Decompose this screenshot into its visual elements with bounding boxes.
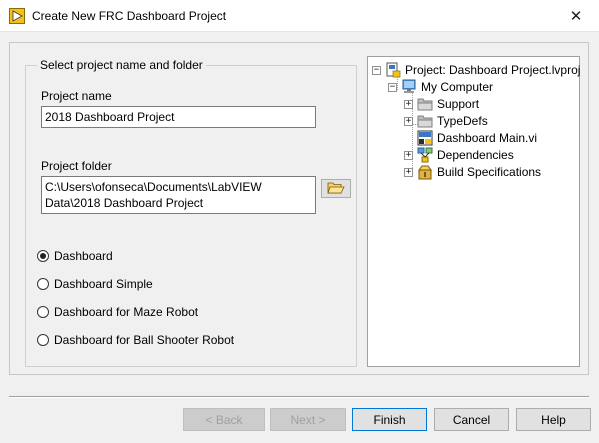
next-button[interactable]: Next >	[270, 408, 346, 431]
title-bar: Create New FRC Dashboard Project ✕	[0, 0, 599, 32]
expand-icon[interactable]: +	[404, 99, 413, 109]
computer-icon	[401, 79, 417, 95]
labview-app-icon	[9, 8, 25, 24]
cancel-button[interactable]: Cancel	[434, 408, 509, 431]
template-option-maze-robot[interactable]: Dashboard for Maze Robot	[37, 304, 198, 320]
radio-button[interactable]	[37, 306, 49, 318]
folder-icon	[417, 96, 433, 112]
tree-item-label: Dependencies	[437, 148, 514, 162]
vi-icon	[417, 130, 433, 146]
window-title: Create New FRC Dashboard Project	[32, 9, 227, 23]
project-settings-group: Select project name and folder Project n…	[25, 58, 357, 367]
tree-item-my-computer[interactable]: − My Computer	[388, 79, 493, 95]
radio-button[interactable]	[37, 278, 49, 290]
template-option-label: Dashboard	[54, 249, 113, 263]
expand-icon[interactable]: +	[404, 116, 413, 126]
collapse-icon[interactable]: −	[388, 82, 397, 92]
radio-button[interactable]	[37, 334, 49, 346]
project-folder-label: Project folder	[41, 159, 112, 173]
tree-item-project[interactable]: − Project: Dashboard Project.lvproj	[372, 62, 580, 78]
back-button[interactable]: < Back	[183, 408, 265, 431]
expand-icon[interactable]: +	[404, 167, 413, 177]
collapse-icon[interactable]: −	[372, 65, 381, 75]
button-bar-separator	[9, 396, 589, 398]
content-panel: Select project name and folder Project n…	[9, 42, 589, 375]
template-option-label: Dashboard for Ball Shooter Robot	[54, 333, 235, 347]
project-tree[interactable]: − Project: Dashboard Project.lvproj − My…	[367, 56, 580, 367]
tree-item-label: Build Specifications	[437, 165, 542, 179]
folder-icon	[417, 113, 433, 129]
tree-item-typedefs[interactable]: + TypeDefs	[404, 113, 488, 129]
template-option-label: Dashboard for Maze Robot	[54, 305, 199, 319]
open-folder-icon	[327, 181, 345, 197]
tree-item-label: TypeDefs	[437, 114, 488, 128]
tree-item-dependencies[interactable]: + Dependencies	[404, 147, 514, 163]
tree-item-support[interactable]: + Support	[404, 96, 479, 112]
tree-item-dashboard-main-vi[interactable]: Dashboard Main.vi	[417, 130, 537, 146]
dependencies-icon	[417, 147, 433, 163]
lvproj-icon	[385, 62, 401, 78]
browse-folder-button[interactable]	[321, 179, 351, 198]
project-folder-input[interactable]: C:\Users\ofonseca\Documents\LabVIEW Data…	[41, 176, 316, 214]
project-name-input[interactable]: 2018 Dashboard Project	[41, 106, 316, 128]
radio-button-selected[interactable]	[37, 250, 49, 262]
template-option-dashboard-simple[interactable]: Dashboard Simple	[37, 276, 153, 292]
template-option-ball-shooter-robot[interactable]: Dashboard for Ball Shooter Robot	[37, 332, 234, 348]
help-button[interactable]: Help	[516, 408, 591, 431]
group-label: Select project name and folder	[37, 58, 206, 72]
tree-item-build-specifications[interactable]: + Build Specifications	[404, 164, 541, 180]
tree-item-label: My Computer	[421, 80, 494, 94]
template-option-dashboard[interactable]: Dashboard	[37, 248, 113, 264]
finish-button[interactable]: Finish	[352, 408, 427, 431]
template-option-label: Dashboard Simple	[54, 277, 153, 291]
tree-item-label: Project: Dashboard Project.lvproj	[405, 63, 581, 77]
build-specifications-icon	[417, 164, 433, 180]
expand-icon[interactable]: +	[404, 150, 413, 160]
tree-item-label: Dashboard Main.vi	[437, 131, 538, 145]
close-window-button[interactable]: ✕	[553, 0, 599, 31]
project-name-label: Project name	[41, 89, 112, 103]
tree-item-label: Support	[437, 97, 480, 111]
